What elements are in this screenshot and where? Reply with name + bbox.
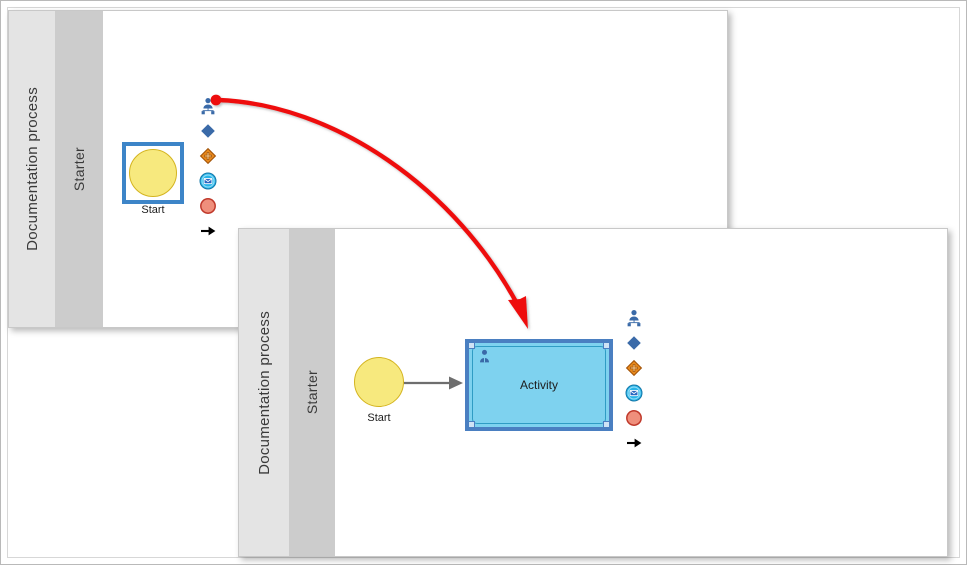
pool-header-documentation-process-bottom: Documentation process	[239, 229, 290, 556]
cyan-message-icon	[625, 384, 643, 402]
palette-gateway-item[interactable]	[199, 122, 217, 140]
palette-event-item[interactable]	[199, 147, 217, 165]
user-assignment-icon	[627, 310, 641, 327]
lane-label: Starter	[71, 146, 87, 192]
palette-message-item[interactable]	[625, 384, 643, 402]
start-event-label-top: Start	[141, 204, 165, 216]
resize-handle-top-right[interactable]	[603, 342, 610, 349]
resize-handle-top-left[interactable]	[468, 342, 475, 349]
activity-label: Activity	[519, 378, 558, 392]
start-event-label-bottom: Start	[367, 412, 391, 424]
blue-diamond-icon	[201, 124, 215, 138]
resize-handle-bottom-left[interactable]	[468, 421, 475, 428]
start-event-node-bottom[interactable]	[354, 357, 404, 407]
resize-handle-bottom-right[interactable]	[603, 421, 610, 428]
pool-label: Documentation process	[23, 87, 41, 251]
black-arrow-icon	[627, 438, 642, 448]
documentation-process-diagram-after[interactable]: Documentation process Starter Start Acti…	[238, 228, 948, 557]
palette-sequence-flow-item[interactable]	[625, 434, 643, 452]
orange-diamond-plus-icon	[625, 359, 643, 377]
palette-user-assignment-item[interactable]	[199, 97, 217, 115]
lane-label: Starter	[304, 370, 320, 415]
activity-node[interactable]: Activity	[472, 346, 606, 424]
blue-diamond-icon	[627, 336, 641, 350]
salmon-circle-icon	[626, 410, 642, 426]
context-palette-top[interactable]	[199, 97, 217, 247]
palette-user-assignment-item[interactable]	[625, 309, 643, 327]
lane-header-starter-bottom: Starter	[289, 229, 335, 556]
context-palette-bottom[interactable]	[625, 309, 643, 459]
start-event-node-top[interactable]	[129, 149, 177, 197]
activity-participant-icon	[480, 349, 489, 363]
palette-end-event-item[interactable]	[199, 197, 217, 215]
activity-node-selection[interactable]: Activity	[465, 339, 613, 431]
black-arrow-icon	[201, 226, 216, 236]
user-assignment-icon	[201, 98, 215, 115]
cyan-message-icon	[199, 172, 217, 190]
palette-event-item[interactable]	[625, 359, 643, 377]
pool-header-documentation-process-top: Documentation process	[9, 11, 56, 327]
palette-message-item[interactable]	[199, 172, 217, 190]
palette-gateway-item[interactable]	[625, 334, 643, 352]
orange-diamond-plus-icon	[199, 147, 217, 165]
diagram-canvas-bottom[interactable]: Documentation process Starter Start Acti…	[239, 229, 947, 556]
salmon-circle-icon	[200, 198, 216, 214]
lane-header-starter-top: Starter	[55, 11, 103, 327]
palette-sequence-flow-item[interactable]	[199, 222, 217, 240]
palette-end-event-item[interactable]	[625, 409, 643, 427]
pool-label: Documentation process	[255, 310, 273, 475]
